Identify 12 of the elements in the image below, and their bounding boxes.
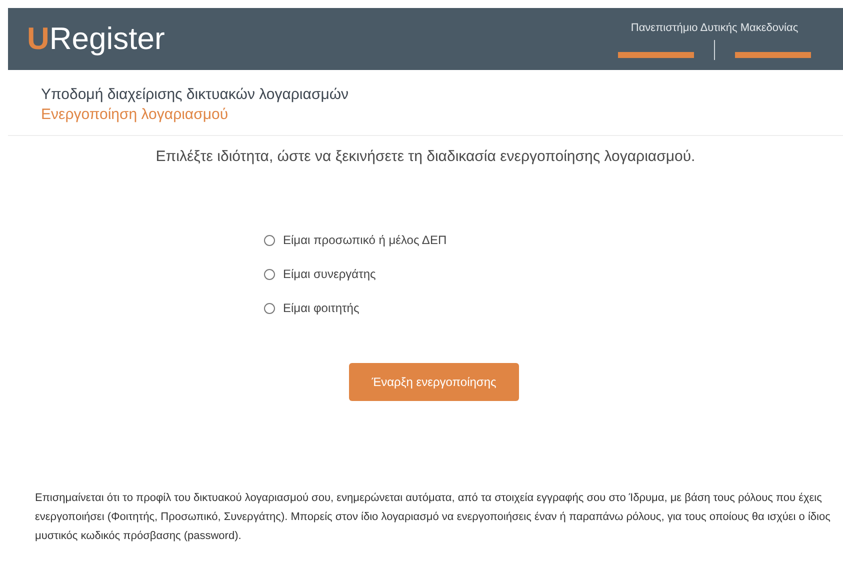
role-option[interactable]: Είμαι συνεργάτης [264,267,376,281]
role-option[interactable]: Είμαι προσωπικό ή μέλος ΔΕΠ [264,233,447,247]
role-option[interactable]: Είμαι φοιτητής [264,301,360,315]
radio-button[interactable] [264,268,275,280]
page-title: Υποδομή διαχείρισης δικτυακών λογαριασμών [41,86,350,103]
institution-name: Πανεπιστήμιο Δυτικής Μακεδονίας [630,22,798,34]
page-subtitle: Ενεργοποίηση λογαριασμού [41,106,230,123]
radio-button[interactable] [264,302,275,314]
instruction-text: Επιλέξτε ιδιότητα, ώστε να ξεκινήσετε τη διαδικασία ενεργοποίησης λογαριασμού. [154,148,696,165]
info-note: Επισημαίνεται ότι το προφίλ του δικτυακού λογαριασμού σου, ενημερώνεται αυτόματα, από τα στοιχεία εγγραφής σου στο Ίδρυμα, με βάση τους ρόλους που έχεις ενεργοποιήσει (Φοιτητής, Προσωπικό, Συνεργάτης). Μπορείς στον ίδιο λογαριασμό να ενεργοποιήσεις έναν ή παραπάνω ρόλους, για τους οποίους θα ισχύει ο ίδιος μυστικός κωδικός πρόσβασης (password). [35,491,832,544]
radio-button[interactable] [264,234,275,246]
logo: URegister [27,21,165,57]
